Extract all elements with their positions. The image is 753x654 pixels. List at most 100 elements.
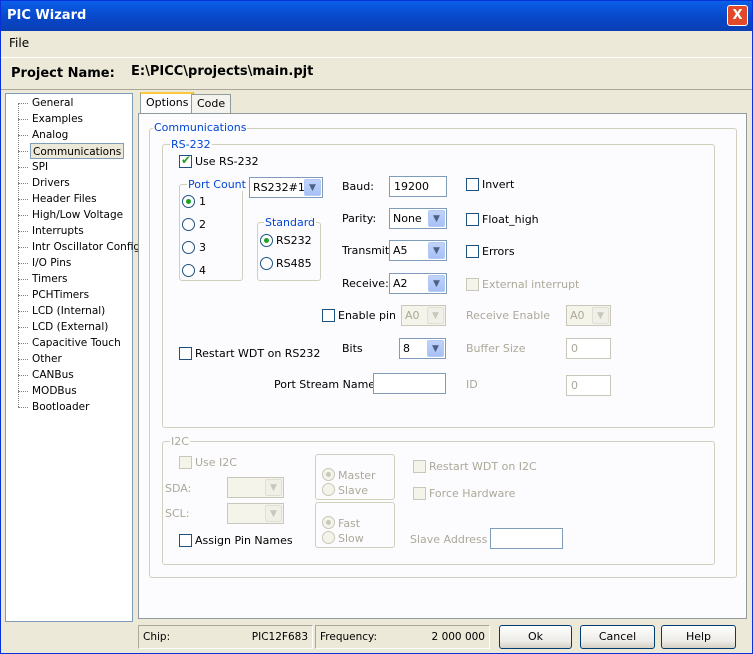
use-rs232-checkbox[interactable]: ✔ [179, 153, 192, 168]
standard-title: Standard [264, 216, 317, 229]
tree-item-lcd-external[interactable]: LCD (External) [30, 319, 110, 335]
id-input[interactable]: 0 [566, 375, 611, 396]
fast-radio[interactable] [322, 516, 335, 529]
tree-item-high-low-voltage[interactable]: High/Low Voltage [30, 207, 125, 223]
slow-label: Slow [338, 532, 364, 545]
ok-button[interactable]: Ok [499, 625, 572, 649]
chevron-down-icon[interactable]: ▼ [592, 307, 609, 324]
scl-select[interactable]: ▼ [227, 503, 284, 524]
chevron-down-icon[interactable]: ▼ [428, 210, 445, 227]
tree-item-general[interactable]: General [30, 95, 75, 111]
restart-wdt-i2c-checkbox[interactable] [413, 460, 426, 473]
receive-enable-select-value: A0 [570, 309, 585, 322]
port-count-1-radio[interactable] [182, 195, 195, 208]
frequency-label: Frequency: [320, 631, 378, 643]
use-i2c-label: Use I2C [195, 456, 237, 469]
restart-wdt-rs232-checkbox[interactable] [179, 347, 192, 360]
category-tree[interactable]: General Examples Analog Communications S… [5, 93, 140, 622]
tree-item-interrupts[interactable]: Interrupts [30, 223, 86, 239]
chevron-down-icon[interactable]: ▼ [427, 340, 444, 357]
help-button[interactable]: Help [661, 625, 736, 649]
tree-item-examples[interactable]: Examples [30, 111, 85, 127]
tree-line [18, 103, 19, 407]
tree-item-spi[interactable]: SPI [30, 159, 50, 175]
cancel-button[interactable]: Cancel [580, 625, 655, 649]
slave-address-input[interactable] [490, 528, 563, 549]
title-bar: PIC Wizard X [1, 1, 752, 31]
receive-label: Receive: [342, 277, 389, 290]
tree-item-communications[interactable]: Communications [30, 143, 125, 159]
use-i2c-checkbox[interactable] [179, 456, 192, 469]
slave-radio[interactable] [322, 483, 335, 496]
i2c-group-title: I2C [170, 435, 190, 448]
standard-group [257, 222, 321, 281]
slow-radio[interactable] [322, 531, 335, 544]
close-icon[interactable]: X [727, 5, 748, 26]
tree-item-pchtimers[interactable]: PCHTimers [30, 287, 91, 303]
baud-input[interactable]: 19200 [389, 176, 447, 197]
chevron-down-icon[interactable]: ▼ [265, 479, 282, 496]
tree-item-lcd-internal[interactable]: LCD (Internal) [30, 303, 107, 319]
receive-enable-select[interactable]: A0 ▼ [566, 305, 611, 326]
bits-select[interactable]: 8 ▼ [399, 338, 446, 359]
chevron-down-icon[interactable]: ▼ [428, 242, 445, 259]
window-title: PIC Wizard [7, 8, 87, 23]
enable-pin-select[interactable]: A0 ▼ [401, 305, 446, 326]
port-count-3-radio[interactable] [182, 241, 195, 254]
communications-group-title: Communications [153, 121, 248, 134]
menu-file[interactable]: File [9, 36, 29, 50]
tab-options[interactable]: Options [140, 92, 195, 113]
tree-tick [18, 215, 28, 216]
force-hardware-checkbox[interactable] [413, 487, 426, 500]
tree-item-drivers[interactable]: Drivers [30, 175, 72, 191]
port-count-title: Port Count [187, 178, 247, 191]
tree-item-modbus[interactable]: MODBus [30, 383, 79, 399]
tree-item-intr-oscillator-config[interactable]: Intr Oscillator Config [30, 239, 142, 255]
tree-item-bootloader[interactable]: Bootloader [30, 399, 91, 415]
chevron-down-icon[interactable]: ▼ [427, 307, 444, 324]
pic-wizard-window: PIC Wizard X File Project Name: E:\PICC\… [0, 0, 753, 654]
tree-item-header-files[interactable]: Header Files [30, 191, 99, 207]
tab-code[interactable]: Code [191, 94, 232, 113]
transmit-select[interactable]: A5 ▼ [389, 240, 447, 261]
tree-item-other[interactable]: Other [30, 351, 64, 367]
chevron-down-icon[interactable]: ▼ [265, 505, 282, 522]
receive-select[interactable]: A2 ▼ [389, 273, 447, 294]
tree-item-analog[interactable]: Analog [30, 127, 70, 143]
tree-item-canbus[interactable]: CANBus [30, 367, 76, 383]
enable-pin-label: Enable pin [338, 309, 396, 322]
tree-tick [18, 407, 28, 408]
slave-label: Slave [338, 484, 369, 497]
standard-rs232-radio[interactable] [260, 234, 273, 247]
tree-item-timers[interactable]: Timers [30, 271, 69, 287]
tree-tick [18, 103, 28, 104]
chevron-down-icon[interactable]: ▼ [304, 179, 321, 196]
bits-label: Bits [342, 342, 363, 355]
float-high-checkbox[interactable] [466, 213, 479, 226]
master-radio[interactable] [322, 468, 335, 481]
standard-rs485-radio[interactable] [260, 257, 273, 270]
master-label: Master [338, 469, 376, 482]
port-stream-name-label: Port Stream Name [274, 378, 376, 391]
port-count-4-label: 4 [199, 264, 206, 277]
port-count-2-radio[interactable] [182, 218, 195, 231]
tree-item-io-pins[interactable]: I/O Pins [30, 255, 73, 271]
tree-tick [18, 279, 28, 280]
parity-select[interactable]: None ▼ [389, 208, 447, 229]
chevron-down-icon[interactable]: ▼ [428, 275, 445, 292]
sda-select[interactable]: ▼ [227, 477, 284, 498]
tree-tick [18, 183, 28, 184]
enable-pin-checkbox[interactable] [322, 309, 335, 322]
port-count-4-radio[interactable] [182, 264, 195, 277]
buffer-size-input[interactable]: 0 [566, 338, 611, 359]
use-rs232-label: Use RS-232 [195, 155, 259, 168]
tree-item-capacitive-touch[interactable]: Capacitive Touch [30, 335, 123, 351]
invert-checkbox[interactable] [466, 178, 479, 191]
project-name-label: Project Name: [11, 66, 115, 81]
port-select[interactable]: RS232#1 ▼ [249, 177, 323, 198]
external-interrupt-checkbox[interactable] [466, 278, 479, 291]
assign-pin-names-checkbox[interactable] [179, 534, 192, 547]
errors-checkbox[interactable] [466, 245, 479, 258]
menu-bar: File [1, 31, 752, 55]
port-stream-name-input[interactable] [373, 373, 446, 394]
